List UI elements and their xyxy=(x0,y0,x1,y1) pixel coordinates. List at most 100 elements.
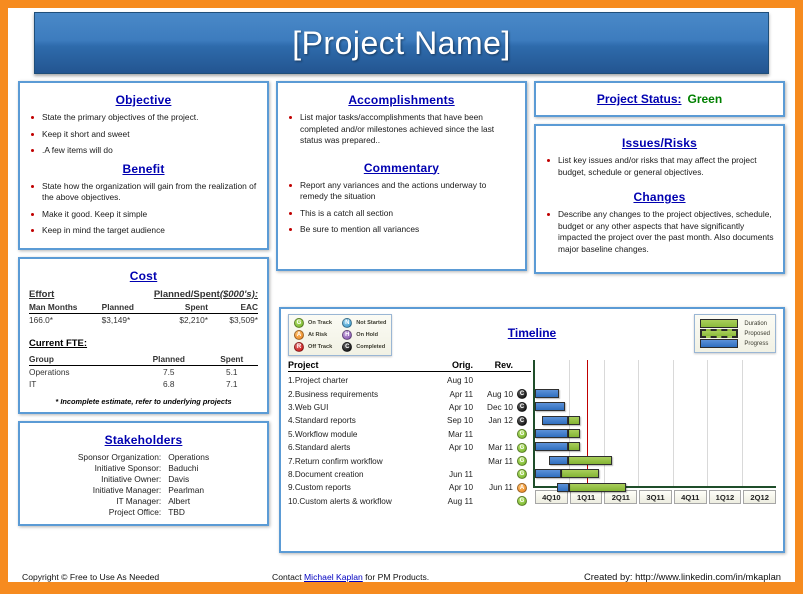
gantt-row xyxy=(535,467,776,480)
task-name: 4.Standard reports xyxy=(288,416,356,426)
task-status: A xyxy=(513,482,531,493)
footer-copyright: Copyright © Free to Use As Needed xyxy=(22,571,160,582)
task-orig: Sep 10 xyxy=(447,416,473,426)
fte-header: Group xyxy=(29,352,133,366)
gantt-row xyxy=(535,481,776,494)
task-status: G xyxy=(513,496,531,507)
cost-value: 166.0* xyxy=(29,314,53,325)
table-row: Project Office: TBD xyxy=(78,507,209,518)
task-name: 1.Project charter xyxy=(288,376,349,386)
status-line: Project Status: Green xyxy=(597,92,722,106)
task-status: G xyxy=(513,469,531,480)
progress-bar xyxy=(548,455,568,465)
col-project: Project xyxy=(288,360,319,370)
task-name: 9.Custom reports xyxy=(288,483,351,493)
task-status: G xyxy=(513,442,531,453)
progress-bar xyxy=(535,402,566,412)
task-name: 5.Workflow module xyxy=(288,429,358,439)
stakeholder-role: Initiative Manager: xyxy=(92,485,162,495)
stakeholder-name: Albert xyxy=(168,496,191,506)
fte-planned: 7.5 xyxy=(163,366,175,377)
progress-bar xyxy=(535,429,568,438)
table-row: Initiative Owner: Davis xyxy=(78,474,209,485)
duration-bar xyxy=(567,415,580,425)
task-name: 3.Web GUI xyxy=(288,402,329,412)
stakeholders-table: Sponsor Organization: Operations Initiati… xyxy=(78,452,209,518)
stakeholder-name: Pearlman xyxy=(168,485,205,495)
task-rev: Jun 11 xyxy=(489,483,513,493)
task-name: 7.Return confirm workflow xyxy=(288,456,383,466)
fte-header: Planned xyxy=(132,352,206,366)
legend-label: Completed xyxy=(356,344,386,350)
off-track-icon: R xyxy=(294,342,304,352)
commentary-heading: Commentary xyxy=(363,160,440,175)
changes-list: Describe any changes to the project obje… xyxy=(545,209,774,255)
fte-table: Group Planned Spent Operations 7.5 5.1 I… xyxy=(29,352,258,390)
duration-bar xyxy=(567,455,613,465)
list-item: Describe any changes to the project obje… xyxy=(545,209,774,255)
task-row: 9.Custom reports Apr 10 Jun 11 A xyxy=(288,481,531,494)
cost-footnote: * Incomplete estimate, refer to underlyi… xyxy=(55,396,232,406)
list-item: Keep in mind the target audience xyxy=(29,225,258,237)
gantt-row xyxy=(535,400,776,413)
task-table-header: Project Orig. Rev. xyxy=(288,360,531,372)
cost-value: $3,509* xyxy=(229,314,258,325)
task-orig: Aug 11 xyxy=(447,496,473,506)
gantt-row xyxy=(535,373,776,386)
duration-bar xyxy=(560,469,599,479)
legend-label: Off Track xyxy=(308,344,333,350)
table-row: IT 6.8 7.1 xyxy=(29,378,258,390)
michael-kaplan-link[interactable]: Michael Kaplan xyxy=(304,572,363,582)
task-status: C xyxy=(513,402,531,413)
issues-risks-list: List key issues and/or risks that may af… xyxy=(545,155,774,178)
stakeholder-name: Operations xyxy=(168,452,210,462)
status-badge: Green xyxy=(687,92,723,106)
status-C-icon: C xyxy=(517,389,527,400)
status-G-icon: G xyxy=(517,496,527,507)
table-row: Initiative Sponsor: Baduchi xyxy=(78,463,209,474)
status-C-icon: C xyxy=(517,415,527,426)
stakeholder-role: Sponsor Organization: xyxy=(77,452,162,462)
gantt-row xyxy=(535,414,776,427)
gantt-row xyxy=(535,454,776,467)
progress-bar xyxy=(535,442,568,452)
objective-benefit-panel: Objective State the primary objectives o… xyxy=(18,81,269,250)
task-rev: Dec 10 xyxy=(487,402,513,412)
list-item: .A few items will do xyxy=(29,145,258,157)
task-orig: Jun 11 xyxy=(449,469,473,479)
status-G-icon: G xyxy=(517,456,527,467)
fte-planned: 6.8 xyxy=(163,378,175,389)
task-status: G xyxy=(513,456,531,467)
stakeholder-name: TBD xyxy=(168,507,185,517)
status-C-icon: C xyxy=(517,402,527,413)
gantt-row xyxy=(535,427,776,440)
changes-heading: Changes xyxy=(633,190,686,204)
status-G-icon: G xyxy=(517,429,527,440)
task-rev: Mar 11 xyxy=(488,456,513,466)
fte-spent: 5.1 xyxy=(225,366,238,377)
list-item: Report any variances and the actions und… xyxy=(287,180,516,203)
task-row: 1.Project charter Aug 10 xyxy=(288,374,531,387)
status-G-icon: G xyxy=(517,469,527,480)
list-item: Keep it short and sweet xyxy=(29,129,258,141)
footer-contact-pre: Contact xyxy=(272,571,305,582)
task-orig: Mar 11 xyxy=(448,429,473,439)
project-status-panel: Project Status: Green xyxy=(534,81,785,117)
task-status: C xyxy=(513,415,531,426)
status-A-icon: A xyxy=(517,482,527,493)
fte-group: Operations xyxy=(29,366,70,377)
table-row: IT Manager: Albert xyxy=(78,496,209,507)
task-rev: Jan 12 xyxy=(488,416,513,426)
timeline-heading: Timeline xyxy=(507,326,557,340)
col-status xyxy=(513,360,531,370)
cost-value: $2,210* xyxy=(179,314,208,325)
gantt-row xyxy=(535,387,776,400)
benefit-list: State how the organization will gain fro… xyxy=(29,181,258,237)
objective-list: State the primary objectives of the proj… xyxy=(29,112,258,157)
task-orig: Apr 10 xyxy=(448,483,473,493)
task-orig: Apr 10 xyxy=(448,402,473,412)
stakeholder-role: Initiative Sponsor: xyxy=(94,463,162,473)
progress-swatch-icon xyxy=(700,339,739,348)
progress-bar xyxy=(557,482,570,492)
footer-created-by: Created by: http://www.linkedin.com/in/m… xyxy=(584,571,781,582)
